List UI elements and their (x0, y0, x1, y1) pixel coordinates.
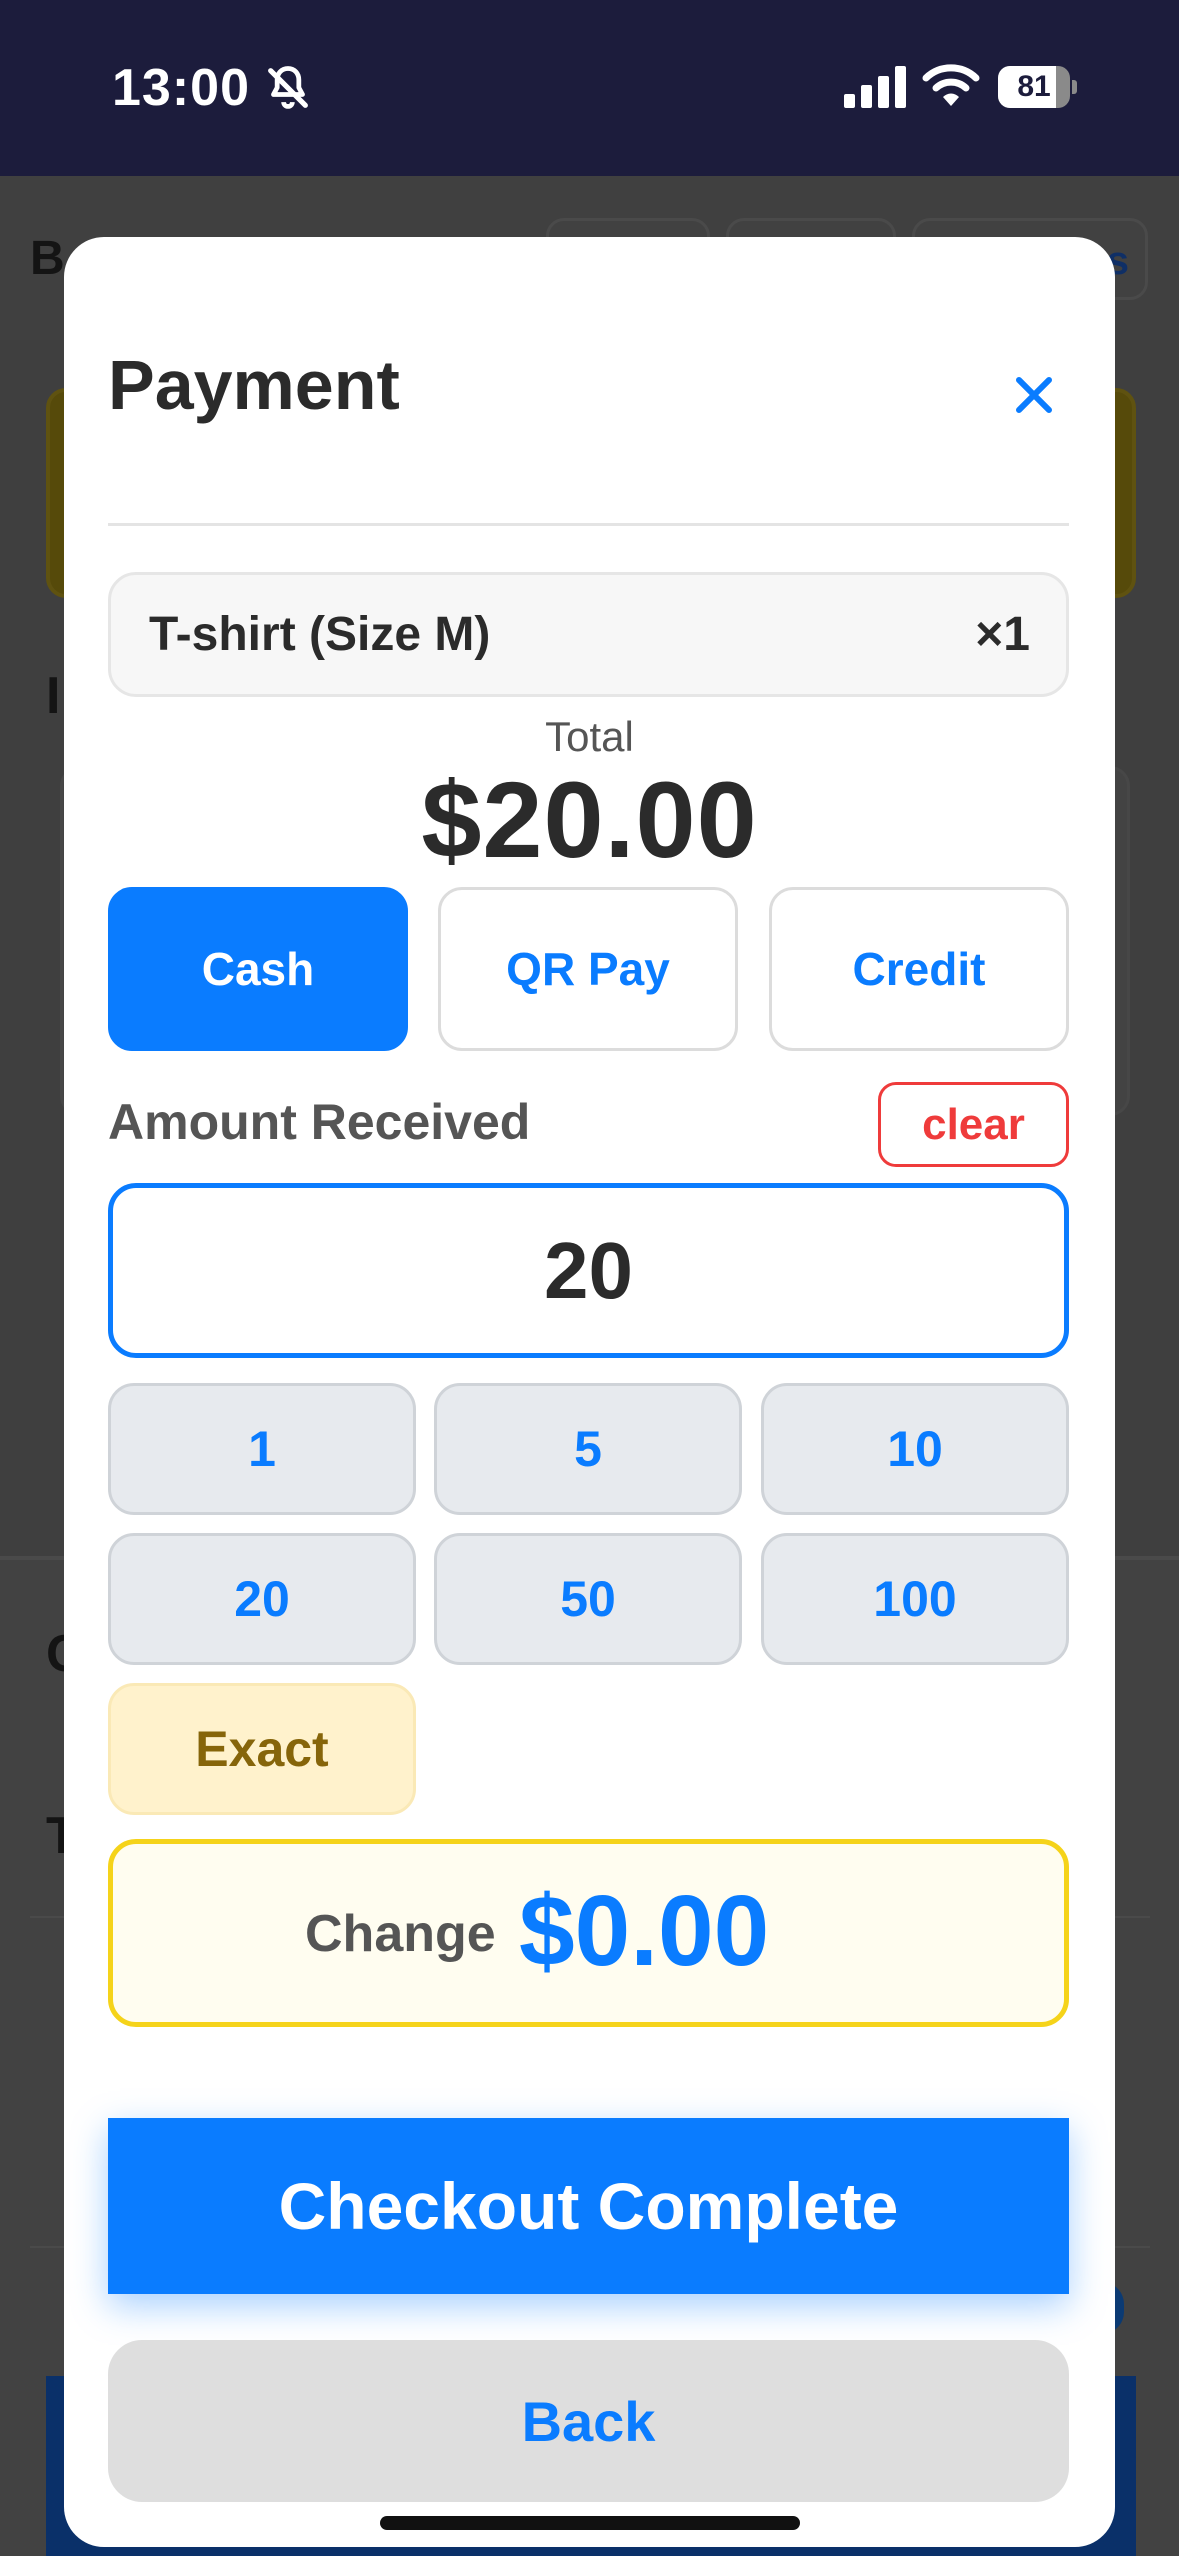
item-name: T-shirt (Size M) (149, 608, 491, 661)
quick-amount-button[interactable]: 5 (434, 1383, 742, 1515)
change-amount: $0.00 (519, 1875, 770, 1987)
battery-icon: 81 (998, 66, 1077, 108)
checkout-complete-button[interactable]: Checkout Complete (108, 2118, 1069, 2294)
status-time: 13:00 (112, 59, 250, 117)
item-quantity: ×1 (975, 608, 1030, 661)
modal-title: Payment (108, 346, 400, 424)
bell-slash-icon (268, 66, 308, 109)
total-amount: $20.00 (421, 759, 758, 880)
home-indicator[interactable] (380, 2516, 800, 2530)
quick-amount-button[interactable]: 100 (761, 1533, 1069, 1665)
quick-amount-button[interactable]: 50 (434, 1533, 742, 1665)
quick-amount-button[interactable]: 20 (108, 1533, 416, 1665)
payment-method-qr-pay[interactable]: QR Pay (438, 887, 738, 1051)
background-title: B (30, 232, 65, 285)
change-display: Change $0.00 (108, 1839, 1069, 2027)
close-button[interactable] (994, 355, 1074, 435)
status-bar: 13:00 81 (0, 0, 1179, 176)
payment-method-cash[interactable]: Cash (108, 887, 408, 1051)
cellular-signal-icon (844, 66, 906, 108)
clear-button[interactable]: clear (878, 1082, 1069, 1167)
amount-received-label: Amount Received (108, 1094, 531, 1150)
close-icon (1016, 377, 1052, 413)
order-item: T-shirt (Size M) ×1 (108, 572, 1069, 697)
exact-amount-button[interactable]: Exact (108, 1683, 416, 1815)
back-button[interactable]: Back (108, 2340, 1069, 2502)
quick-amount-button[interactable]: 10 (761, 1383, 1069, 1515)
header-divider (108, 523, 1069, 526)
payment-method-credit[interactable]: Credit (769, 887, 1069, 1051)
battery-level: 81 (1017, 70, 1051, 103)
quick-amount-button[interactable]: 1 (108, 1383, 416, 1515)
wifi-icon (922, 64, 980, 106)
amount-received-input[interactable] (108, 1183, 1069, 1358)
total-label: Total (545, 713, 634, 760)
payment-modal: Payment T-shirt (Size M) ×1 Total $20.00… (64, 237, 1115, 2547)
background-section-heading: I (46, 667, 61, 725)
change-label: Change (305, 1905, 496, 1963)
